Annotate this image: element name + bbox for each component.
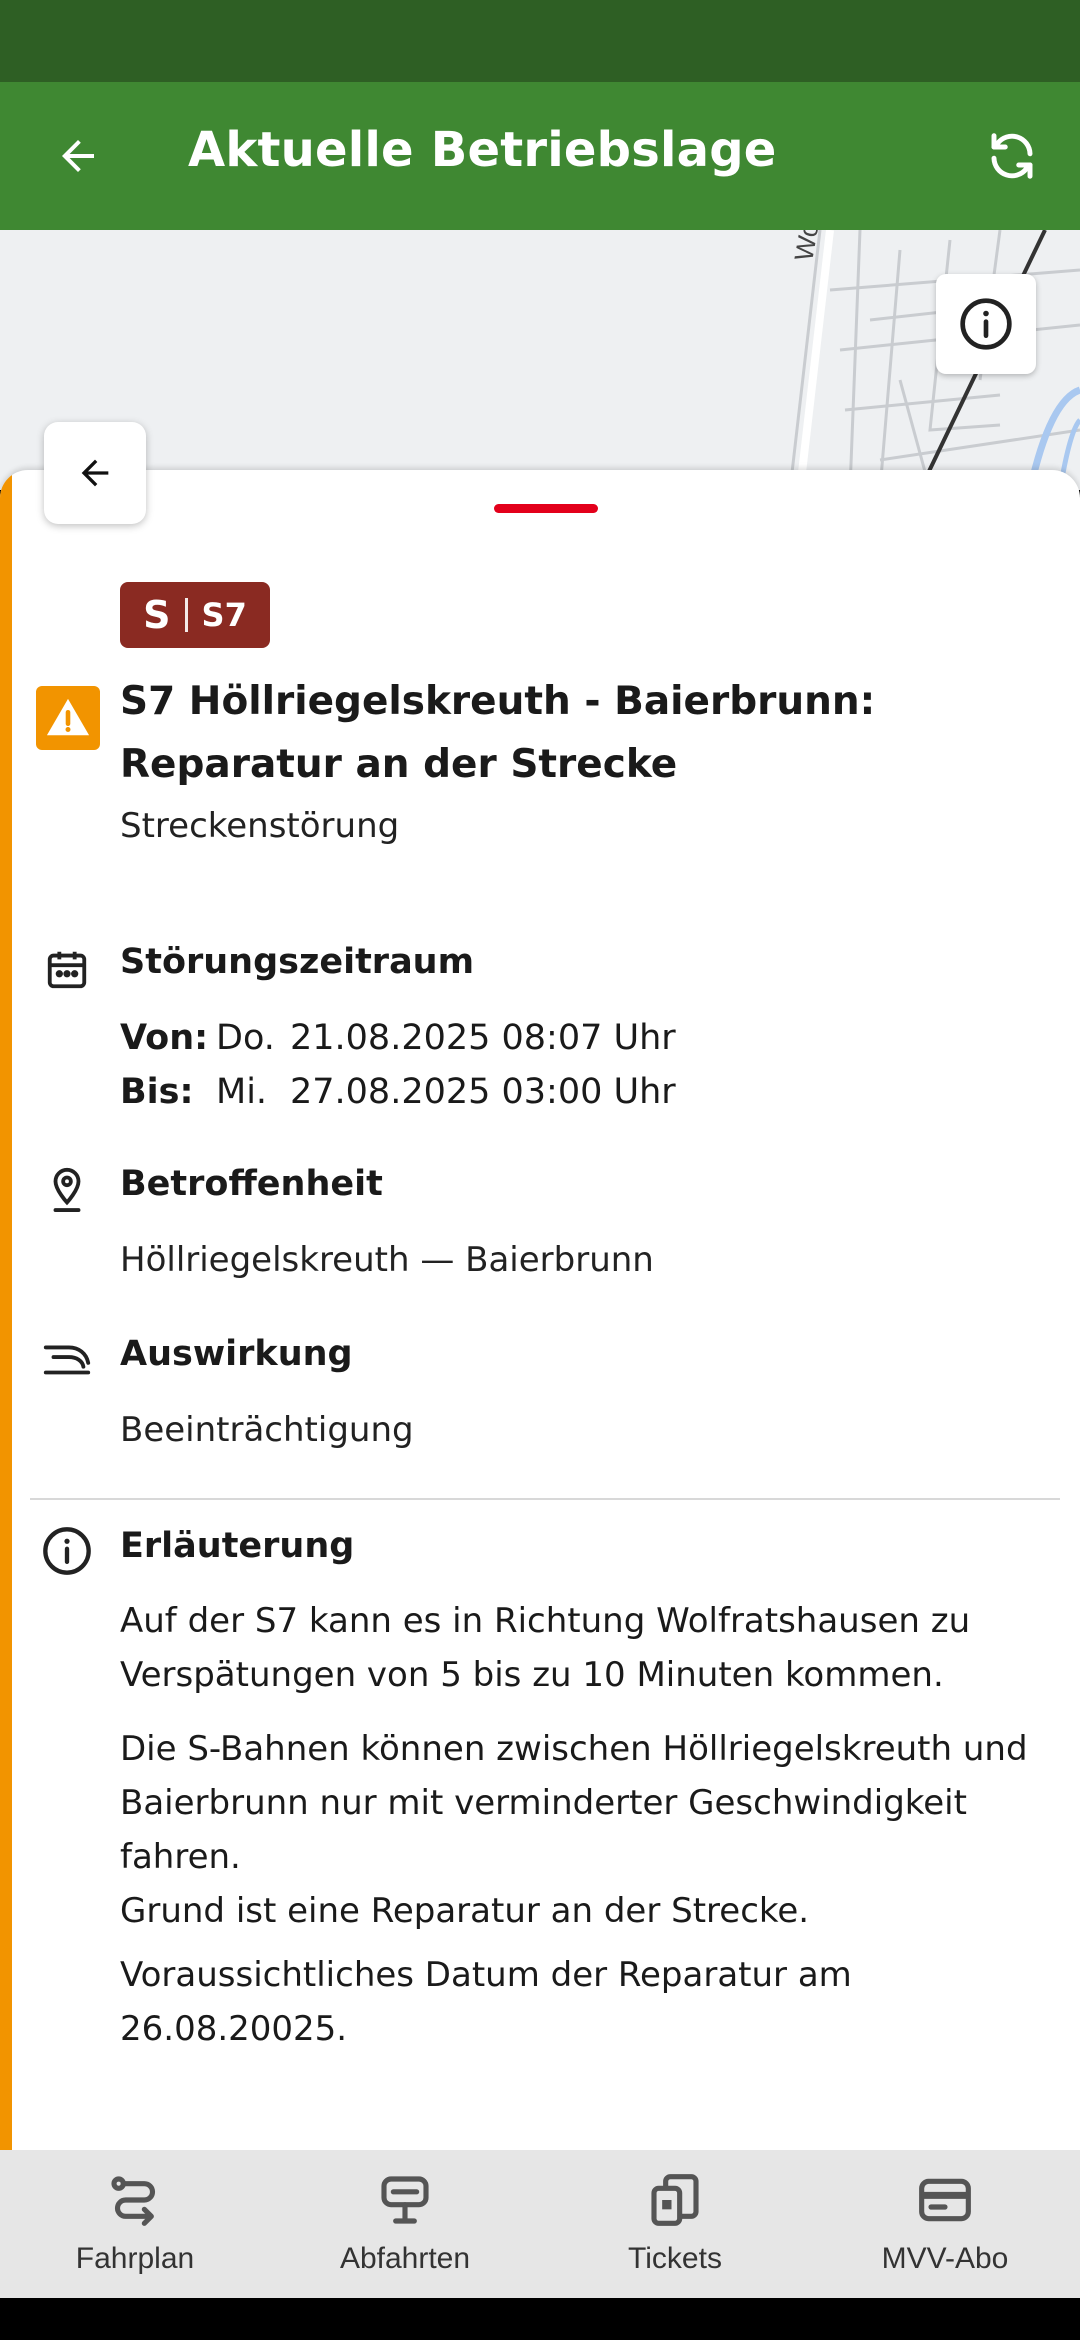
explanation-paragraph: Die S-Bahnen können zwischen Höllriegels… xyxy=(120,1729,1028,1877)
period-from-label: Von: xyxy=(120,1018,209,1058)
period-from-value: 21.08.2025 08:07 Uhr xyxy=(290,1018,676,1058)
period-title: Störungszeitraum xyxy=(120,942,475,982)
info-icon[interactable] xyxy=(936,274,1036,374)
line-mode: S xyxy=(143,593,171,637)
nav-item-tickets[interactable]: Tickets xyxy=(540,2150,810,2298)
nav-item-abfahrten[interactable]: Abfahrten xyxy=(270,2150,540,2298)
impact-title: Auswirkung xyxy=(120,1334,353,1374)
drag-handle[interactable] xyxy=(494,504,598,513)
nav-item-mvv-abo[interactable]: MVV-Abo xyxy=(810,2150,1080,2298)
info-icon xyxy=(38,1522,96,1580)
sheet-back-button[interactable] xyxy=(44,422,146,524)
route-icon xyxy=(105,2170,165,2230)
disruption-detail-sheet: S S7 S7 Höllriegelskreuth - Baierbrunn: … xyxy=(0,470,1080,2150)
explanation-title: Erläuterung xyxy=(120,1526,355,1566)
system-navigation-bar xyxy=(0,2298,1080,2340)
ticket-phone-icon xyxy=(645,2170,705,2230)
period-to-label: Bis: xyxy=(120,1072,194,1112)
page-title: Aktuelle Betriebslage xyxy=(188,122,777,178)
affected-value: Höllriegelskreuth — Baierbrunn xyxy=(120,1240,654,1280)
period-to-day: Mi. xyxy=(216,1072,268,1112)
location-pin-icon xyxy=(38,1160,96,1218)
nav-item-fahrplan[interactable]: Fahrplan xyxy=(0,2150,270,2298)
affected-title: Betroffenheit xyxy=(120,1164,383,1204)
refresh-icon[interactable] xyxy=(974,118,1050,194)
calendar-icon xyxy=(38,940,96,998)
warning-icon xyxy=(36,686,100,750)
explanation-paragraph: Grund ist eine Reparatur an der Strecke. xyxy=(120,1891,810,1931)
nav-label: Tickets xyxy=(628,2242,722,2275)
bottom-navigation: Fahrplan Abfahrten Tickets MVV-Abo xyxy=(0,2150,1080,2298)
departure-board-icon xyxy=(375,2170,435,2230)
status-bar xyxy=(0,0,1080,82)
severity-stripe xyxy=(0,470,12,2150)
period-to-value: 27.08.2025 03:00 Uhr xyxy=(290,1072,676,1112)
disruption-type: Streckenstörung xyxy=(120,806,400,846)
map-street-label: Wo xyxy=(788,230,824,263)
period-from-day: Do. xyxy=(216,1018,275,1058)
period-from: Von: Do. 21.08.2025 08:07 Uhr xyxy=(120,1018,676,1058)
nav-label: MVV-Abo xyxy=(881,2242,1009,2275)
explanation-paragraph: Auf der S7 kann es in Richtung Wolfratsh… xyxy=(120,1601,971,1695)
card-icon xyxy=(915,2170,975,2230)
arrow-left-icon[interactable] xyxy=(40,118,116,194)
nav-label: Abfahrten xyxy=(339,2242,471,2275)
map-view[interactable]: Wo xyxy=(0,230,1080,490)
line-number: S7 xyxy=(201,596,247,634)
app-bar: Aktuelle Betriebslage xyxy=(0,82,1080,230)
disruption-headline: S7 Höllriegelskreuth - Baierbrunn: Repar… xyxy=(120,679,876,787)
badge-separator xyxy=(184,598,188,632)
line-badge: S S7 xyxy=(120,582,270,648)
nav-label: Fahrplan xyxy=(75,2242,195,2275)
impact-icon xyxy=(38,1330,96,1388)
period-to: Bis: Mi. 27.08.2025 03:00 Uhr xyxy=(120,1072,676,1112)
explanation-paragraph: Voraussichtliches Datum der Reparatur am… xyxy=(120,1955,852,2049)
arrow-left-icon xyxy=(81,459,109,487)
section-divider xyxy=(30,1498,1060,1500)
impact-value: Beeinträchtigung xyxy=(120,1410,414,1450)
